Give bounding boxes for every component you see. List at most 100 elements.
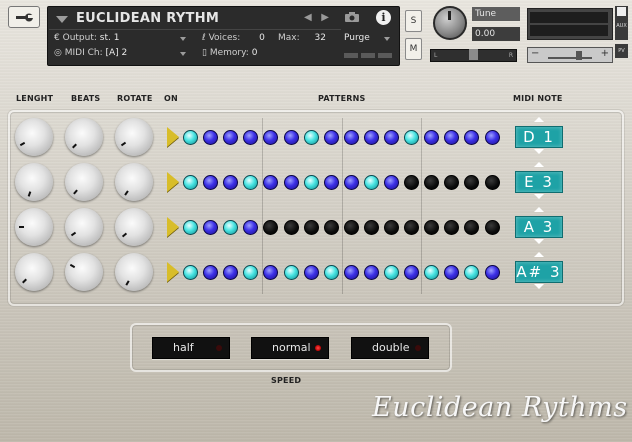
pattern-step[interactable] xyxy=(424,219,440,235)
midi-channel-row[interactable]: ◎ MIDI Ch: [A] 2 xyxy=(54,48,127,58)
length-knob[interactable] xyxy=(15,118,53,156)
pattern-step[interactable] xyxy=(404,219,420,235)
track-on-play-icon[interactable] xyxy=(167,217,179,237)
pattern-step[interactable] xyxy=(203,219,219,235)
midi-note-display[interactable]: A 3 xyxy=(515,216,563,238)
collapse-triangle-icon[interactable] xyxy=(56,16,68,23)
midi-note-display[interactable]: D 1 xyxy=(515,126,563,148)
beats-knob[interactable] xyxy=(65,253,103,291)
rotate-knob[interactable] xyxy=(115,118,153,156)
pattern-step[interactable] xyxy=(444,174,460,190)
pattern-step[interactable] xyxy=(243,174,259,190)
rotate-knob[interactable] xyxy=(115,163,153,201)
pattern-step[interactable] xyxy=(183,129,198,145)
pattern-step[interactable] xyxy=(323,219,339,235)
purge-label[interactable]: Purge xyxy=(344,33,370,43)
midi-dropdown-icon[interactable] xyxy=(180,52,186,56)
tune-value[interactable]: 0.00 xyxy=(472,27,520,41)
pattern-step[interactable] xyxy=(283,219,299,235)
pattern-step[interactable] xyxy=(424,264,440,280)
pattern-step[interactable] xyxy=(323,129,339,145)
midi-note-display[interactable]: E 3 xyxy=(515,171,563,193)
speed-double-button[interactable]: double xyxy=(351,337,429,359)
pattern-step[interactable] xyxy=(363,174,379,190)
beats-knob[interactable] xyxy=(65,163,103,201)
pattern-step[interactable] xyxy=(223,129,239,145)
pattern-step[interactable] xyxy=(464,174,480,190)
pattern-step[interactable] xyxy=(384,264,399,280)
note-down-arrow-icon[interactable] xyxy=(534,284,544,289)
note-up-arrow-icon[interactable] xyxy=(534,252,544,257)
pattern-step[interactable] xyxy=(404,174,420,190)
pan-handle[interactable] xyxy=(469,49,478,60)
track-on-play-icon[interactable] xyxy=(167,172,179,192)
pattern-step[interactable] xyxy=(263,129,279,145)
pattern-step[interactable] xyxy=(343,174,359,190)
output-row[interactable]: € Output: st. 1 xyxy=(54,33,119,43)
pattern-step[interactable] xyxy=(303,219,319,235)
pattern-step[interactable] xyxy=(263,264,279,280)
wrench-button[interactable] xyxy=(8,6,40,28)
pattern-step[interactable] xyxy=(323,264,339,280)
mute-button[interactable]: M xyxy=(405,38,422,60)
purge-menu[interactable]: Purge xyxy=(344,33,370,43)
note-up-arrow-icon[interactable] xyxy=(534,117,544,122)
pattern-step[interactable] xyxy=(203,264,219,280)
pattern-step[interactable] xyxy=(283,264,299,280)
info-icon[interactable]: i xyxy=(376,10,391,25)
aux-label[interactable]: AUX xyxy=(615,23,628,29)
pattern-step[interactable] xyxy=(303,174,319,190)
length-knob[interactable] xyxy=(15,208,53,246)
track-on-play-icon[interactable] xyxy=(167,262,179,282)
pattern-step[interactable] xyxy=(183,219,198,235)
pattern-step[interactable] xyxy=(243,219,259,235)
pattern-step[interactable] xyxy=(183,264,198,280)
rotate-knob[interactable] xyxy=(115,208,153,246)
pattern-step[interactable] xyxy=(484,264,500,280)
note-down-arrow-icon[interactable] xyxy=(534,239,544,244)
close-icon[interactable] xyxy=(617,7,626,16)
pattern-step[interactable] xyxy=(343,219,359,235)
note-down-arrow-icon[interactable] xyxy=(534,194,544,199)
pattern-step[interactable] xyxy=(303,264,319,280)
pattern-step[interactable] xyxy=(384,129,399,145)
solo-button[interactable]: S xyxy=(405,10,422,32)
pattern-step[interactable] xyxy=(464,219,480,235)
tune-knob[interactable] xyxy=(433,6,467,40)
pattern-step[interactable] xyxy=(263,219,279,235)
pattern-step[interactable] xyxy=(303,129,319,145)
note-down-arrow-icon[interactable] xyxy=(534,149,544,154)
length-knob[interactable] xyxy=(15,253,53,291)
pattern-step[interactable] xyxy=(343,264,359,280)
pattern-step[interactable] xyxy=(464,129,480,145)
pv-button[interactable]: PV xyxy=(615,44,628,58)
pattern-step[interactable] xyxy=(444,219,460,235)
pattern-step[interactable] xyxy=(484,174,500,190)
note-up-arrow-icon[interactable] xyxy=(534,162,544,167)
volume-handle[interactable] xyxy=(576,51,582,60)
camera-icon[interactable] xyxy=(344,11,360,23)
pattern-step[interactable] xyxy=(384,219,399,235)
pattern-step[interactable] xyxy=(404,264,420,280)
pan-slider[interactable]: L R xyxy=(430,49,517,62)
purge-dropdown-icon[interactable] xyxy=(384,37,390,41)
midi-channel-value[interactable]: [A] 2 xyxy=(106,48,128,58)
beats-knob[interactable] xyxy=(65,118,103,156)
pattern-step[interactable] xyxy=(223,219,239,235)
speed-normal-button[interactable]: normal xyxy=(251,337,329,359)
output-dropdown-icon[interactable] xyxy=(180,37,186,41)
speed-half-button[interactable]: half xyxy=(152,337,230,359)
pattern-step[interactable] xyxy=(243,129,259,145)
pattern-step[interactable] xyxy=(283,174,299,190)
pattern-step[interactable] xyxy=(363,219,379,235)
pattern-step[interactable] xyxy=(424,129,440,145)
pattern-step[interactable] xyxy=(323,174,339,190)
pattern-step[interactable] xyxy=(404,129,420,145)
pattern-step[interactable] xyxy=(363,264,379,280)
max-value[interactable]: 32 xyxy=(315,33,326,43)
pattern-step[interactable] xyxy=(243,264,259,280)
pattern-step[interactable] xyxy=(223,174,239,190)
volume-slider[interactable]: − + xyxy=(527,47,613,63)
pattern-step[interactable] xyxy=(363,129,379,145)
pattern-step[interactable] xyxy=(384,174,399,190)
